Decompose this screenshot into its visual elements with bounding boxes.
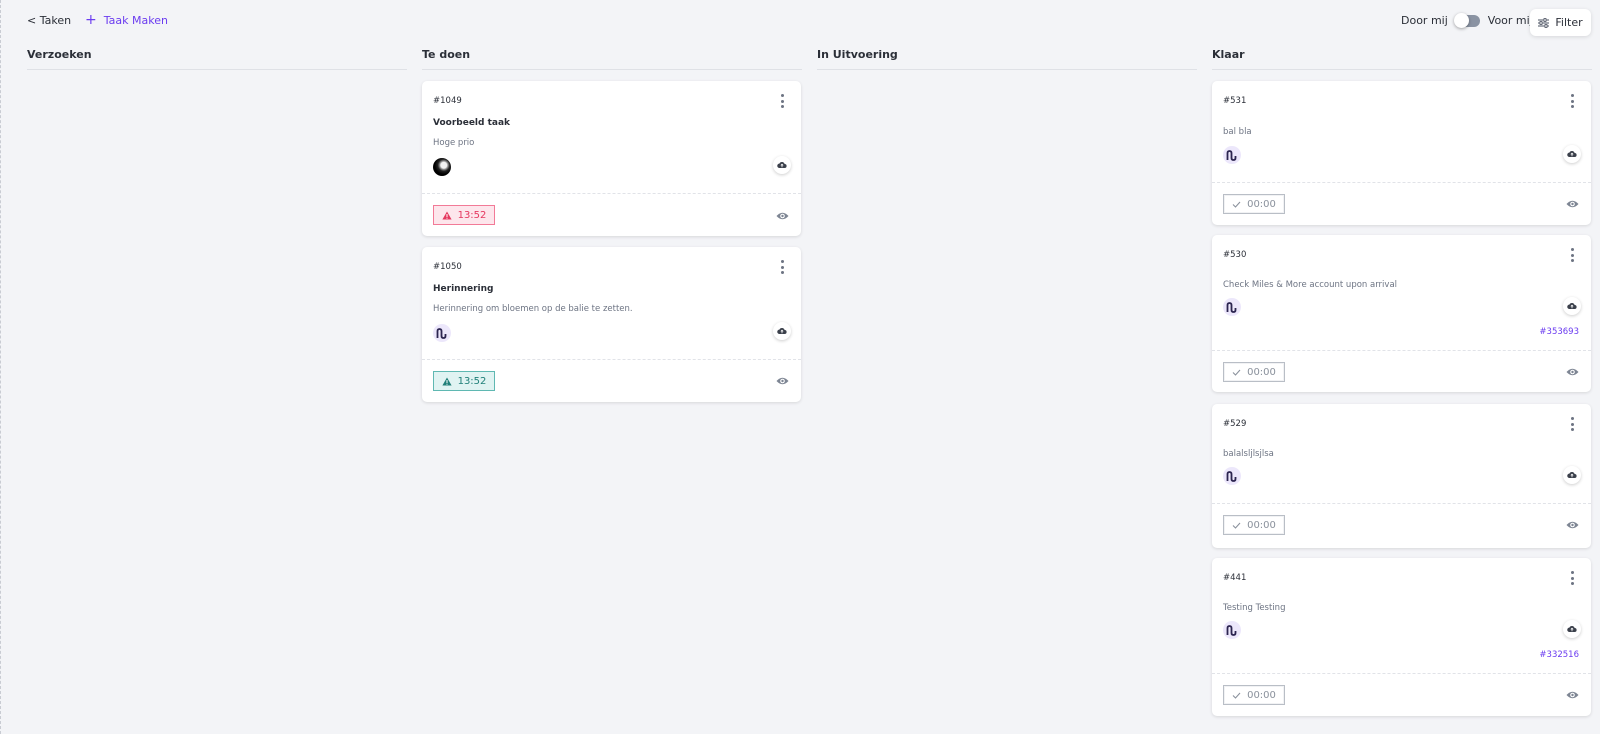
timer-badge: 00:00 bbox=[1223, 362, 1285, 382]
eye-icon[interactable] bbox=[1566, 520, 1579, 530]
column-title: Verzoeken bbox=[27, 48, 407, 70]
check-icon bbox=[1232, 201, 1241, 208]
column-in-uitvoering: In Uitvoering bbox=[817, 48, 1197, 70]
task-id: #1049 bbox=[433, 96, 462, 106]
column-te-doen: Te doen #1049 Voorbeeld taak Hoge prio 1… bbox=[422, 48, 802, 402]
eye-icon[interactable] bbox=[776, 376, 789, 386]
check-icon bbox=[1232, 369, 1241, 376]
filter-label: Filter bbox=[1555, 16, 1583, 29]
task-card[interactable]: #1050 Herinnering Herinnering om bloemen… bbox=[422, 247, 801, 402]
task-description: balalsljlsjlsa bbox=[1223, 449, 1274, 459]
timer-value: 00:00 bbox=[1247, 519, 1276, 531]
task-description: Testing Testing bbox=[1223, 603, 1286, 613]
reference-link[interactable]: #332516 bbox=[1539, 650, 1579, 660]
plus-icon: + bbox=[85, 12, 97, 28]
column-klaar: Klaar #531 bal bla 00:00 #530 Check Mile… bbox=[1212, 48, 1592, 716]
more-vertical-icon[interactable] bbox=[1567, 571, 1577, 585]
toggle-left-label: Door mij bbox=[1401, 14, 1448, 27]
task-title: Herinnering bbox=[433, 284, 494, 294]
task-id: #529 bbox=[1223, 419, 1247, 429]
task-id: #1050 bbox=[433, 262, 462, 272]
timer-badge: 00:00 bbox=[1223, 685, 1285, 705]
company-logo-icon bbox=[1223, 467, 1241, 485]
timer-badge: 00:00 bbox=[1223, 194, 1285, 214]
top-bar: < Taken + Taak Maken Door mij Voor mij F… bbox=[1, 0, 1600, 44]
task-description: Check Miles & More account upon arrival bbox=[1223, 280, 1398, 290]
assignment-switch[interactable] bbox=[1453, 12, 1480, 28]
task-id: #531 bbox=[1223, 96, 1247, 106]
column-title: Klaar bbox=[1212, 48, 1592, 70]
timer-value: 00:00 bbox=[1247, 198, 1276, 210]
back-to-tasks-link[interactable]: < Taken bbox=[27, 14, 71, 27]
column-verzoeken: Verzoeken bbox=[27, 48, 407, 70]
task-card[interactable]: #531 bal bla 00:00 bbox=[1212, 81, 1591, 225]
card-divider bbox=[1212, 673, 1591, 674]
eye-icon[interactable] bbox=[1566, 367, 1579, 377]
company-logo-icon bbox=[1223, 146, 1241, 164]
task-card[interactable]: #530 Check Miles & More account upon arr… bbox=[1212, 235, 1591, 392]
task-title: Voorbeeld taak bbox=[433, 118, 511, 128]
cloud-upload-icon[interactable] bbox=[1563, 145, 1581, 163]
timer-badge: 13:52 bbox=[433, 205, 495, 225]
card-divider bbox=[1212, 503, 1591, 504]
more-vertical-icon[interactable] bbox=[1567, 248, 1577, 262]
task-card[interactable]: #529 balalsljlsjlsa 00:00 bbox=[1212, 404, 1591, 548]
assignment-toggle: Door mij Voor mij bbox=[1401, 12, 1533, 28]
timer-value: 00:00 bbox=[1247, 689, 1276, 701]
more-vertical-icon[interactable] bbox=[1567, 417, 1577, 431]
timer-badge: 00:00 bbox=[1223, 515, 1285, 535]
check-icon bbox=[1232, 692, 1241, 699]
toggle-right-label: Voor mij bbox=[1487, 14, 1533, 27]
timer-value: 13:52 bbox=[457, 209, 487, 221]
column-title: Te doen bbox=[422, 48, 802, 70]
cloud-upload-icon[interactable] bbox=[773, 156, 791, 174]
card-divider bbox=[1212, 350, 1591, 351]
cloud-upload-icon[interactable] bbox=[1563, 466, 1581, 484]
company-logo-icon bbox=[433, 324, 451, 342]
task-description: Herinnering om bloemen op de balie te ze… bbox=[433, 304, 633, 314]
cloud-upload-icon[interactable] bbox=[773, 322, 791, 340]
task-card[interactable]: #1049 Voorbeeld taak Hoge prio 13:52 bbox=[422, 81, 801, 236]
card-divider bbox=[422, 359, 801, 360]
task-description: Hoge prio bbox=[433, 138, 475, 148]
task-card[interactable]: #441 Testing Testing #332516 00:00 bbox=[1212, 558, 1591, 716]
warning-triangle-icon bbox=[441, 211, 452, 219]
timer-badge: 13:52 bbox=[433, 371, 495, 391]
reference-link[interactable]: #353693 bbox=[1539, 327, 1579, 337]
filter-button[interactable]: Filter bbox=[1530, 9, 1591, 36]
eye-icon[interactable] bbox=[776, 211, 789, 221]
create-task-button[interactable]: + Taak Maken bbox=[85, 12, 168, 28]
company-logo-icon bbox=[1223, 621, 1241, 639]
company-logo-icon bbox=[1223, 298, 1241, 316]
more-vertical-icon[interactable] bbox=[777, 94, 787, 108]
eye-icon[interactable] bbox=[1566, 690, 1579, 700]
cloud-upload-icon[interactable] bbox=[1563, 620, 1581, 638]
create-task-label: Taak Maken bbox=[103, 14, 168, 27]
more-vertical-icon[interactable] bbox=[1567, 94, 1577, 108]
filter-sliders-icon bbox=[1538, 17, 1550, 28]
card-divider bbox=[1212, 182, 1591, 183]
timer-value: 00:00 bbox=[1247, 366, 1276, 378]
task-id: #530 bbox=[1223, 250, 1247, 260]
card-divider bbox=[422, 193, 801, 194]
task-description: bal bla bbox=[1223, 127, 1252, 137]
cloud-upload-icon[interactable] bbox=[1563, 297, 1581, 315]
eye-icon[interactable] bbox=[1566, 199, 1579, 209]
warning-triangle-icon bbox=[441, 377, 452, 385]
avatar bbox=[433, 158, 451, 176]
switch-knob bbox=[1453, 12, 1469, 28]
timer-value: 13:52 bbox=[457, 375, 487, 387]
check-icon bbox=[1232, 522, 1241, 529]
more-vertical-icon[interactable] bbox=[777, 260, 787, 274]
column-title: In Uitvoering bbox=[817, 48, 1197, 70]
task-id: #441 bbox=[1223, 573, 1247, 583]
